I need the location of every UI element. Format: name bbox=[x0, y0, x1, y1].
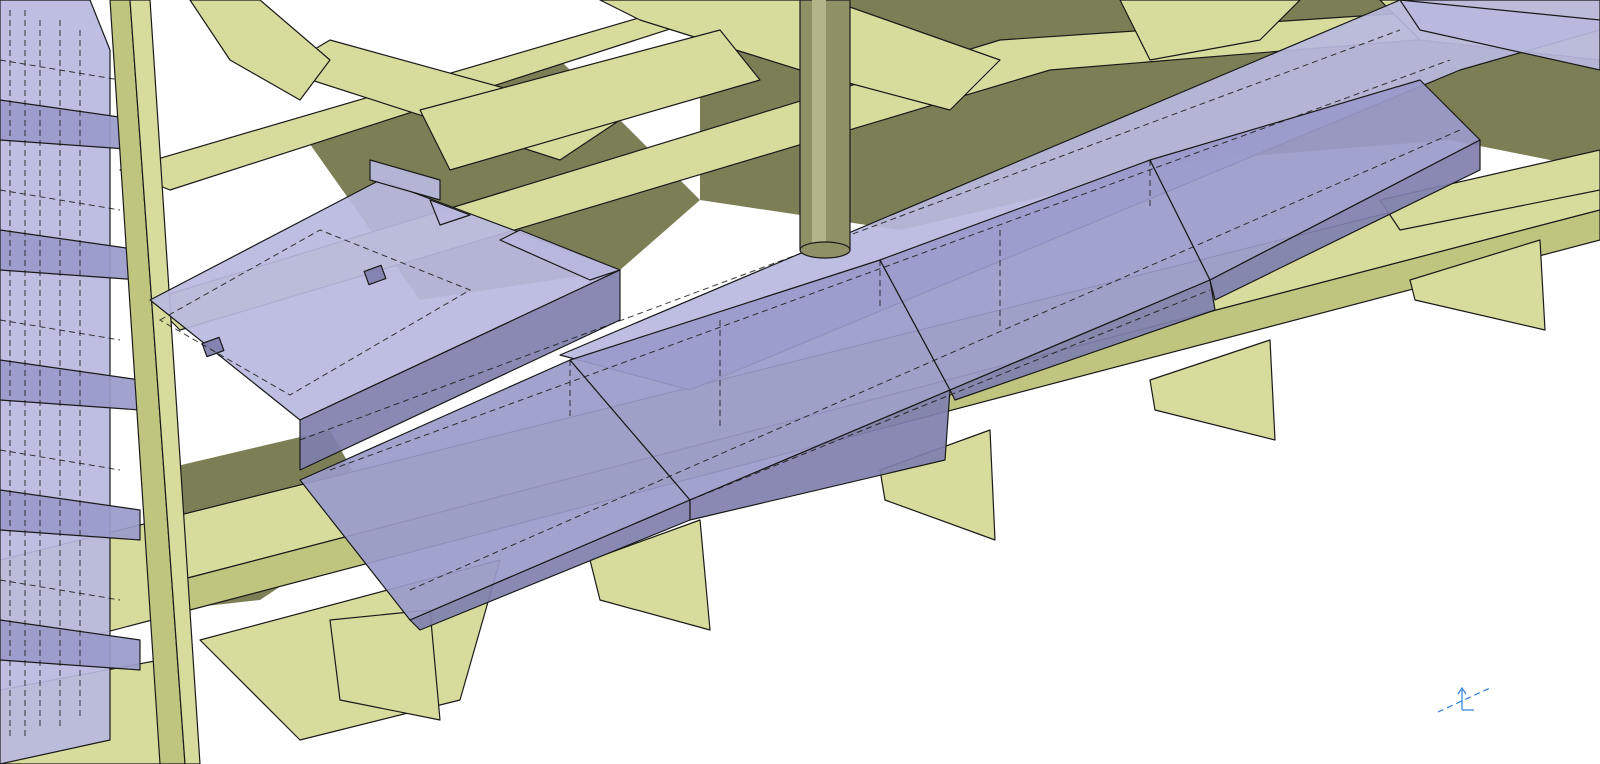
3d-viewport[interactable] bbox=[0, 0, 1600, 764]
vertical-pipe[interactable] bbox=[799, 0, 851, 259]
cad-model-scene[interactable] bbox=[0, 0, 1600, 764]
axis-compass-icon[interactable] bbox=[1434, 680, 1494, 720]
